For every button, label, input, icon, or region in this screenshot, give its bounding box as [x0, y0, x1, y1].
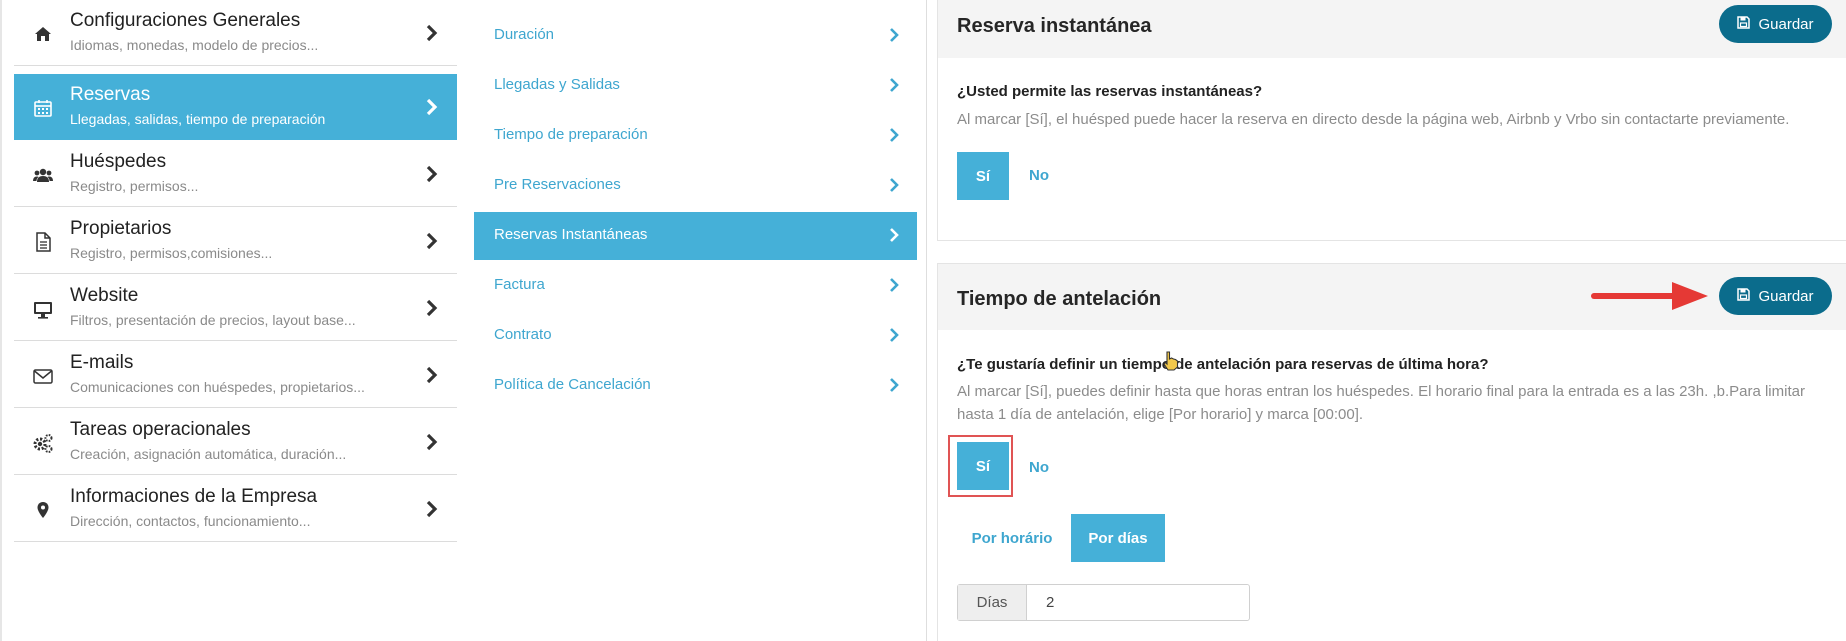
submenu-item-arrivals-departures[interactable]: Llegadas y Salidas	[474, 62, 917, 110]
days-field: Días	[957, 584, 1250, 621]
instant-booking-panel: Reserva instantánea Guardar ¿Usted permi…	[937, 0, 1846, 241]
menu-item-subtitle: Comunicaciones con huéspedes, propietari…	[70, 379, 365, 395]
chevron-right-icon	[889, 277, 899, 293]
chevron-right-icon	[425, 230, 439, 252]
save-button[interactable]: Guardar	[1719, 5, 1832, 43]
submenu-item-preparation-time[interactable]: Tiempo de preparación	[474, 112, 917, 160]
submenu-item-label: Duración	[494, 26, 555, 43]
chevron-right-icon	[889, 377, 899, 393]
chevron-right-icon	[889, 327, 899, 343]
menu-item-company-info[interactable]: Informaciones de la Empresa Dirección, c…	[14, 476, 457, 542]
settings-page: Configuraciones Generales Idiomas, moned…	[0, 0, 1846, 641]
chevron-right-icon	[889, 177, 899, 193]
question-text: ¿Usted permite las reservas instantáneas…	[957, 83, 1263, 100]
chevron-right-icon	[889, 27, 899, 43]
lead-time-panel: Tiempo de antelación Guardar ¿Te gustarí…	[937, 263, 1846, 641]
save-button[interactable]: Guardar	[1719, 277, 1832, 315]
yes-button[interactable]: Sí	[957, 152, 1009, 200]
menu-item-title: Website	[70, 285, 139, 306]
panel-header: Reserva instantánea Guardar	[938, 0, 1846, 58]
description-text: Al marcar [Sí], el huésped puede hacer l…	[957, 111, 1790, 128]
menu-item-title: Tareas operacionales	[70, 419, 251, 440]
no-button[interactable]: No	[1029, 167, 1049, 184]
menu-item-subtitle: Registro, permisos...	[70, 178, 199, 194]
chevron-right-icon	[889, 77, 899, 93]
save-icon	[1737, 287, 1751, 305]
chevron-right-icon	[425, 22, 439, 44]
question-text: ¿Te gustaría definir un tiempo de antela…	[957, 356, 1489, 373]
no-button[interactable]: No	[1029, 459, 1049, 476]
menu-item-subtitle: Creación, asignación automática, duració…	[70, 446, 347, 462]
menu-item-subtitle: Idiomas, monedas, modelo de precios...	[70, 37, 319, 53]
submenu-item-cancellation-policy[interactable]: Política de Cancelación	[474, 362, 917, 410]
chevron-right-icon	[425, 364, 439, 386]
chevron-right-icon	[425, 163, 439, 185]
days-input[interactable]	[1028, 585, 1248, 620]
submenu-item-invoice[interactable]: Factura	[474, 262, 917, 310]
map-pin-icon	[32, 499, 54, 521]
submenu-item-label: Tiempo de preparación	[494, 126, 648, 143]
menu-item-owners[interactable]: Propietarios Registro, permisos,comision…	[14, 208, 457, 274]
submenu-item-label: Reservas Instantáneas	[494, 226, 648, 243]
chevron-right-icon	[425, 498, 439, 520]
submenu-item-label: Pre Reservaciones	[494, 176, 621, 193]
column-divider	[926, 0, 927, 641]
menu-item-general-settings[interactable]: Configuraciones Generales Idiomas, moned…	[14, 0, 457, 66]
submenu-item-label: Llegadas y Salidas	[494, 76, 620, 93]
menu-item-guests[interactable]: Huéspedes Registro, permisos...	[14, 141, 457, 207]
submenu-item-label: Contrato	[494, 326, 552, 343]
users-icon	[32, 164, 54, 186]
menu-item-subtitle: Llegadas, salidas, tiempo de preparación	[70, 111, 326, 127]
menu-item-subtitle: Dirección, contactos, funcionamiento...	[70, 513, 311, 529]
annotation-highlight-box	[948, 435, 1013, 497]
submenu-item-duration[interactable]: Duración	[474, 12, 917, 60]
home-icon	[32, 23, 54, 45]
menu-item-title: Reservas	[70, 84, 151, 105]
mode-by-schedule-tab[interactable]: Por horário	[957, 514, 1067, 562]
chevron-right-icon	[425, 297, 439, 319]
menu-item-website[interactable]: Website Filtros, presentación de precios…	[14, 275, 457, 341]
hand-cursor-icon	[1163, 351, 1179, 371]
submenu-item-label: Política de Cancelación	[494, 376, 651, 393]
gears-icon	[32, 432, 54, 454]
save-button-label: Guardar	[1758, 15, 1814, 33]
submenu-item-instant-bookings[interactable]: Reservas Instantáneas	[474, 212, 917, 260]
save-button-label: Guardar	[1758, 287, 1814, 305]
menu-item-title: Informaciones de la Empresa	[70, 486, 318, 507]
menu-item-title: Configuraciones Generales	[70, 10, 301, 31]
reservations-submenu: Duración Llegadas y Salidas Tiempo de pr…	[474, 0, 918, 641]
chevron-right-icon	[889, 127, 899, 143]
submenu-item-pre-reservations[interactable]: Pre Reservaciones	[474, 162, 917, 210]
envelope-icon	[32, 365, 54, 387]
submenu-item-contract[interactable]: Contrato	[474, 312, 917, 360]
submenu-item-label: Factura	[494, 276, 545, 293]
calendar-icon	[32, 97, 54, 119]
chevron-right-icon	[889, 227, 899, 243]
save-icon	[1737, 15, 1751, 33]
menu-item-reservations[interactable]: Reservas Llegadas, salidas, tiempo de pr…	[14, 74, 457, 140]
menu-item-subtitle: Filtros, presentación de precios, layout…	[70, 312, 356, 328]
menu-item-title: Propietarios	[70, 218, 172, 239]
chevron-right-icon	[425, 431, 439, 453]
chevron-right-icon	[425, 96, 439, 118]
panel-title: Reserva instantánea	[957, 15, 1152, 37]
mode-by-days-tab[interactable]: Por días	[1071, 514, 1165, 562]
panel-title: Tiempo de antelación	[957, 288, 1162, 310]
monitor-icon	[32, 298, 54, 320]
annotation-arrow-icon	[1591, 282, 1708, 310]
menu-item-title: Huéspedes	[70, 151, 167, 172]
menu-item-emails[interactable]: E-mails Comunicaciones con huéspedes, pr…	[14, 342, 457, 408]
days-label: Días	[958, 585, 1027, 620]
menu-item-title: E-mails	[70, 352, 134, 373]
menu-item-operational-tasks[interactable]: Tareas operacionales Creación, asignació…	[14, 409, 457, 475]
document-icon	[32, 231, 54, 253]
description-text: Al marcar [Sí], puedes definir hasta que…	[957, 383, 1805, 423]
menu-item-subtitle: Registro, permisos,comisiones...	[70, 245, 273, 261]
settings-main-menu: Configuraciones Generales Idiomas, moned…	[0, 0, 460, 641]
